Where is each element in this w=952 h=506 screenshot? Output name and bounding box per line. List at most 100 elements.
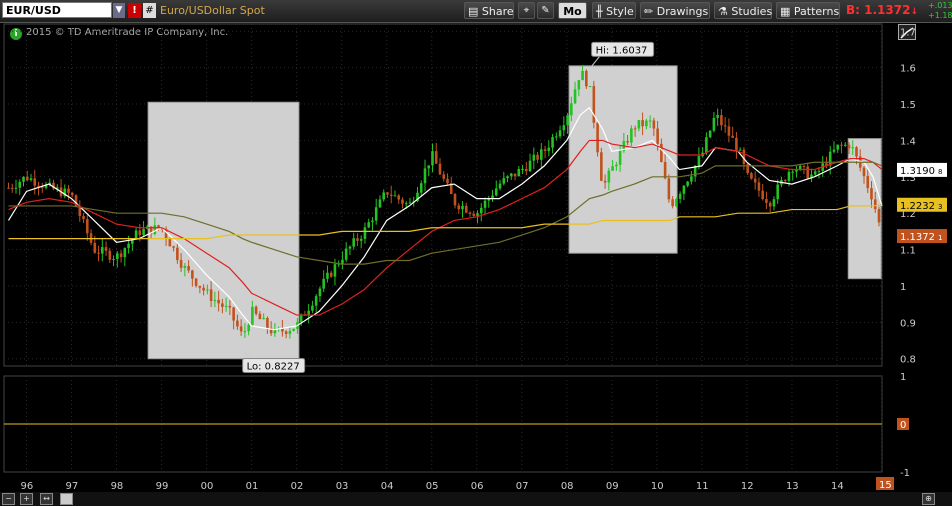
time-tick-label: 01 — [246, 481, 259, 492]
candle-body — [251, 306, 254, 325]
price-tick-label: 1 — [900, 282, 906, 293]
price-tick-label: 1.5 — [900, 100, 916, 111]
candle-body — [682, 185, 686, 194]
candle-body — [768, 202, 772, 207]
candle-body — [363, 227, 367, 239]
candle-body — [847, 144, 851, 149]
candle-body — [757, 182, 761, 191]
candle-body — [404, 203, 408, 205]
candle-body — [176, 247, 179, 261]
candle-body — [14, 187, 18, 189]
time-tick-label: 09 — [606, 481, 619, 492]
candle-body — [408, 202, 412, 204]
candle-body — [236, 320, 239, 327]
candle-body — [603, 180, 607, 183]
candle-body — [367, 222, 371, 228]
candle-body — [817, 170, 821, 172]
zoom-out-icon[interactable]: − — [2, 493, 15, 505]
candle-body — [585, 70, 588, 87]
candle-body — [104, 247, 108, 251]
pan-icon[interactable]: ↔ — [40, 493, 53, 505]
price-chart[interactable]: 1.71.61.51.41.31.21.110.90.81.3190 81.223… — [0, 0, 952, 492]
candle-body — [138, 230, 142, 236]
candle-body — [172, 246, 175, 248]
candle-body — [464, 205, 468, 213]
candle-body — [476, 213, 479, 216]
candle-body — [686, 181, 689, 186]
candle-body — [284, 331, 288, 334]
candle-body — [836, 144, 840, 150]
candle-body — [119, 253, 123, 258]
candle-body — [753, 178, 757, 183]
candle-body — [243, 331, 247, 333]
candle-body — [67, 188, 70, 193]
candle-body — [708, 130, 712, 138]
candle-body — [97, 252, 100, 254]
candle-body — [33, 178, 37, 186]
candle-body — [735, 137, 738, 150]
candle-body — [750, 173, 753, 179]
candle-body — [776, 184, 779, 200]
candle-body — [555, 136, 558, 138]
candle-body — [247, 324, 250, 332]
lower-panel: 10-10 — [4, 372, 910, 479]
grid — [3, 23, 883, 473]
candle-body — [213, 299, 217, 302]
candle-body — [502, 178, 506, 184]
candle-body — [840, 144, 843, 146]
candle-body — [423, 168, 427, 184]
candle-body — [427, 165, 431, 169]
candle-body — [783, 179, 787, 181]
candle-body — [551, 137, 554, 148]
candle-body — [389, 194, 393, 196]
zoom-in-icon[interactable]: + — [20, 493, 33, 505]
candle-body — [326, 272, 329, 279]
candle-body — [877, 209, 881, 223]
time-tick-label: 07 — [516, 481, 529, 492]
scroll-right-icon[interactable]: ⊕ — [922, 493, 935, 505]
candle-body — [442, 174, 446, 179]
candle-body — [716, 115, 719, 118]
candle-body — [191, 270, 194, 279]
highlight-box — [147, 101, 300, 360]
time-tick-label: 00 — [201, 481, 214, 492]
candle-body — [513, 173, 517, 177]
candle-body — [329, 272, 333, 277]
candle-body — [866, 176, 870, 189]
time-tick-label: 04 — [381, 481, 394, 492]
candle-body — [453, 193, 457, 206]
time-tick-label: 05 — [426, 481, 439, 492]
candle-body — [183, 266, 187, 268]
upper-panel-frame — [3, 23, 883, 367]
fit-icon[interactable] — [60, 493, 73, 505]
candle-body — [348, 246, 352, 249]
candle-body — [558, 130, 562, 137]
price-tick-label: 1.7 — [900, 27, 916, 38]
candle-body — [224, 305, 228, 307]
sma-line — [7, 106, 883, 331]
candle-body — [618, 150, 622, 165]
candle-body — [806, 166, 810, 179]
time-tick-label: 11 — [696, 481, 709, 492]
time-tick-label: 12 — [741, 481, 754, 492]
lower-value-label: 0 — [900, 420, 906, 431]
candle-body — [607, 170, 611, 183]
candle-body — [134, 230, 138, 240]
candle-body — [401, 199, 404, 204]
candle-body — [562, 125, 566, 131]
time-tick-label: 06 — [471, 481, 484, 492]
price-tag-label: 1.1372 — [900, 232, 935, 243]
candle-body — [198, 285, 202, 288]
candle-body — [630, 128, 633, 143]
candle-body — [341, 259, 344, 264]
candle-body — [870, 188, 873, 200]
candle-body — [239, 326, 243, 332]
candle-body — [712, 117, 716, 131]
candle-body — [266, 318, 269, 328]
candle-body — [498, 183, 502, 189]
candle-body — [288, 330, 292, 334]
candle-body — [862, 167, 866, 177]
candle-body — [434, 151, 438, 164]
candle-body — [615, 164, 618, 167]
candle-body — [506, 176, 509, 179]
